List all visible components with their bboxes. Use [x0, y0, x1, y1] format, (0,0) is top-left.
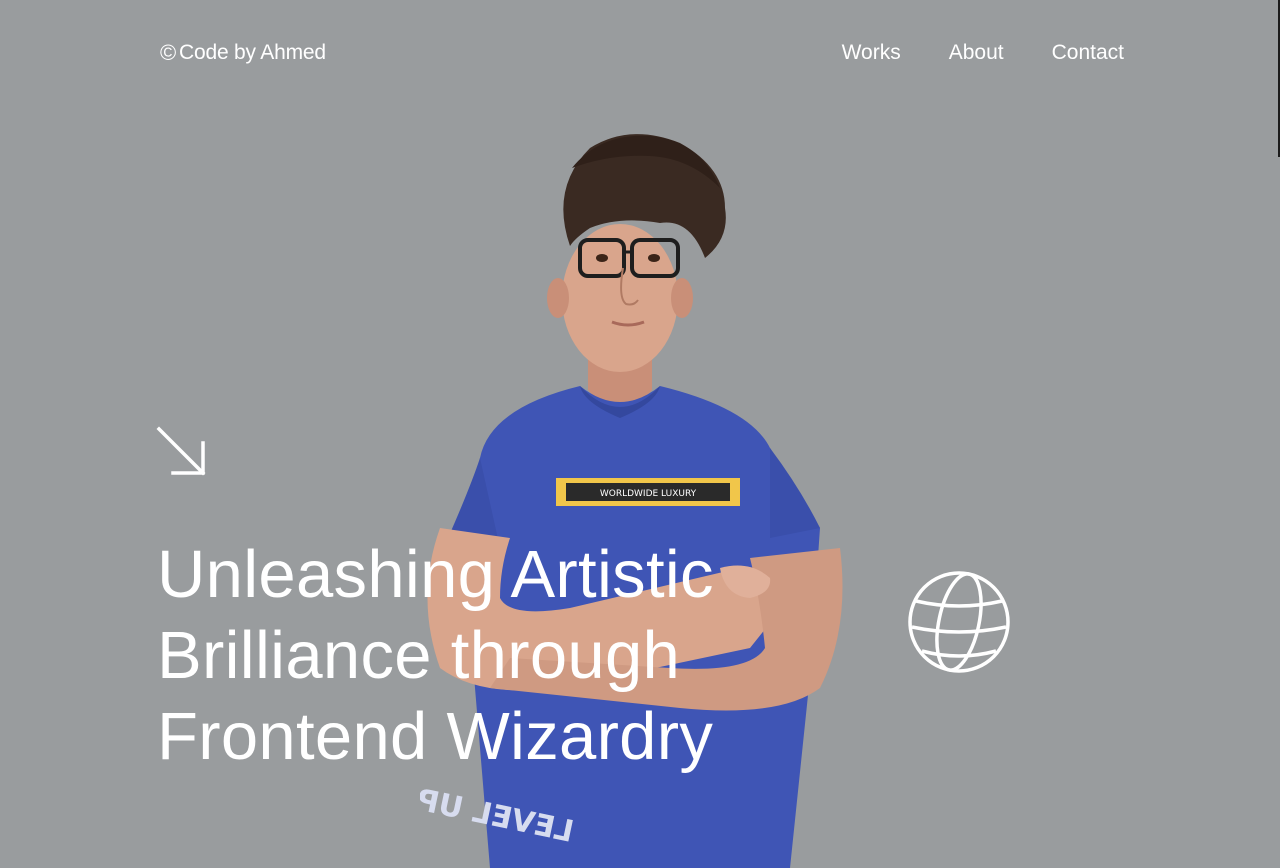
nav-link-about[interactable]: About	[949, 41, 1004, 65]
headline-line-3: Frontend Wizardry	[157, 699, 714, 774]
logo-link[interactable]: © Code by Ahmed	[160, 40, 326, 66]
shirt-print-text: WORLDWIDE LUXURY	[600, 489, 697, 499]
logo-text: Code by Ahmed	[179, 41, 326, 64]
headline-line-1: Unleashing Artistic	[157, 537, 714, 612]
globe-icon[interactable]	[906, 569, 1012, 675]
headline-line-2: Brilliance through	[157, 618, 681, 693]
arrow-down-right-icon	[156, 426, 206, 476]
hero-page: © Code by Ahmed Works About Contact WORL…	[0, 0, 1280, 868]
nav-links: Works About Contact	[842, 41, 1124, 65]
nav-link-contact[interactable]: Contact	[1052, 41, 1124, 65]
nav-link-works[interactable]: Works	[842, 41, 901, 65]
hero-headline: Unleashing Artistic Brilliance through F…	[157, 534, 877, 777]
copyright-icon: ©	[160, 40, 177, 65]
navbar: © Code by Ahmed Works About Contact	[160, 30, 1124, 76]
